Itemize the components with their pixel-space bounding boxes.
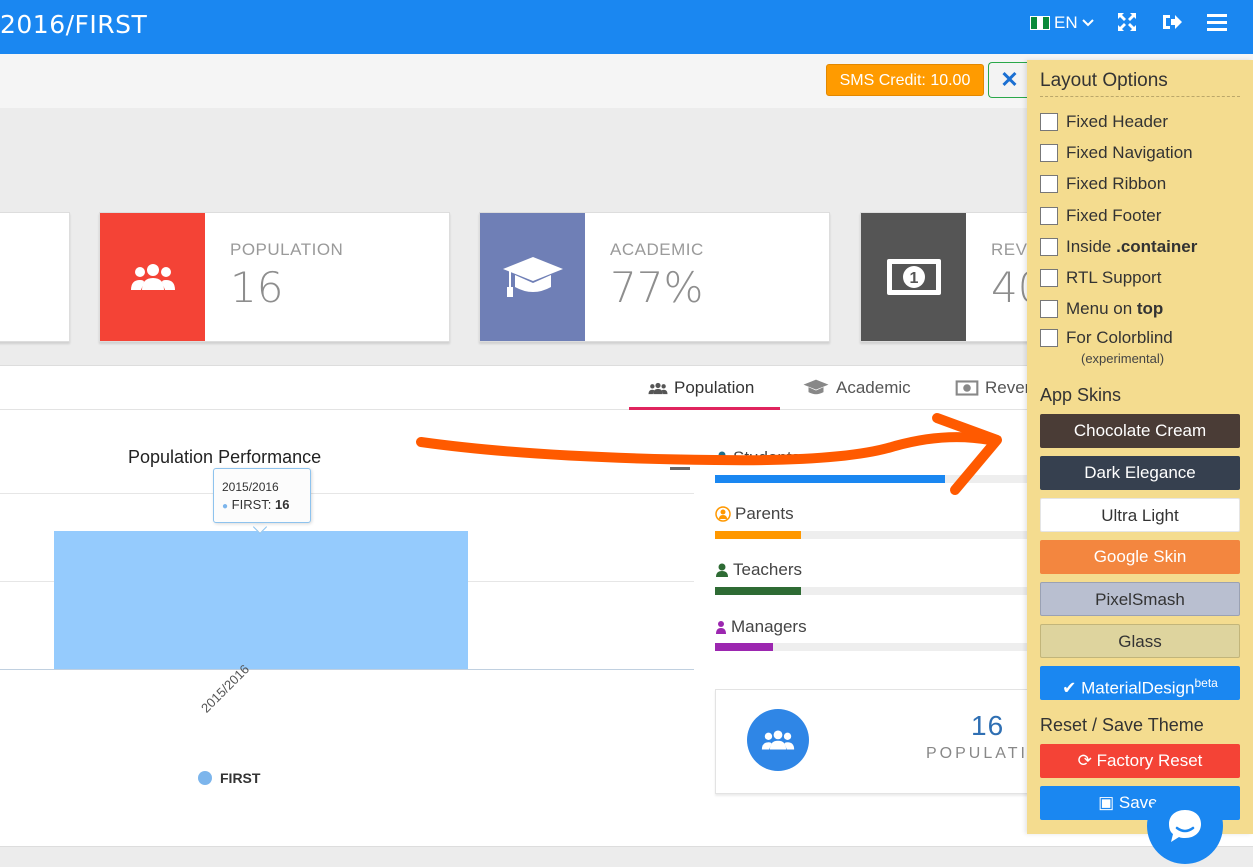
page-title: 2016/FIRST	[0, 10, 148, 39]
progress-label-teachers: Teachers	[715, 560, 802, 580]
nigeria-flag-icon	[1030, 16, 1050, 30]
menu-icon[interactable]	[1207, 14, 1227, 32]
floppy-disk-icon: ▣	[1098, 793, 1115, 812]
checkbox[interactable]	[1040, 207, 1058, 225]
annotation-arrow-icon	[416, 413, 1002, 495]
option-menu-on-top[interactable]: Menu on top	[1040, 299, 1163, 319]
skin-material-design-button[interactable]: ✔ MaterialDesignbeta	[1040, 666, 1240, 700]
skin-chocolate-cream-button[interactable]: Chocolate Cream	[1040, 414, 1240, 448]
option-inside-container[interactable]: Inside .container	[1040, 237, 1197, 257]
option-fixed-ribbon[interactable]: Fixed Ribbon	[1040, 174, 1166, 194]
chart-tooltip: 2015/2016 ● FIRST: 16	[213, 468, 311, 523]
progress-label-parents: Parents	[715, 504, 794, 524]
checkbox[interactable]	[1040, 269, 1058, 287]
tab-label: Population	[674, 378, 755, 397]
tooltip-value: 16	[275, 497, 290, 512]
manager-icon	[716, 621, 726, 634]
option-fixed-header[interactable]: Fixed Header	[1040, 112, 1168, 132]
checkbox[interactable]	[1040, 300, 1058, 318]
option-rtl-support[interactable]: RTL Support	[1040, 268, 1161, 288]
tooltip-row: ● FIRST: 16	[222, 497, 290, 512]
chevron-down-icon	[1081, 19, 1094, 27]
tab-revenue[interactable]: Rever	[955, 378, 1030, 398]
chart-legend-item[interactable]: FIRST	[198, 770, 260, 786]
progress-bar-managers	[715, 643, 1035, 651]
top-navbar: 2016/FIRST EN	[0, 0, 1253, 54]
card-value: 77%	[610, 263, 704, 312]
chart-x-axis	[0, 669, 694, 670]
parent-icon	[715, 506, 731, 522]
stat-card-academic[interactable]: ACADEMIC 77%	[479, 212, 830, 342]
population-number: 16	[971, 710, 1005, 741]
tooltip-series: FIRST	[231, 497, 268, 512]
chat-bubble-icon	[1169, 810, 1201, 842]
tooltip-header: 2015/2016	[222, 480, 279, 494]
users-icon	[747, 709, 809, 771]
option-fixed-footer[interactable]: Fixed Footer	[1040, 206, 1161, 226]
language-label: EN	[1054, 13, 1078, 32]
card-label: POPULATION	[230, 240, 344, 259]
tab-label: Rever	[985, 378, 1031, 397]
money-icon	[955, 380, 979, 396]
progress-label-managers: Managers	[715, 617, 807, 637]
skin-glass-button[interactable]: Glass	[1040, 624, 1240, 658]
card-label: ACADEMIC	[610, 240, 704, 259]
progress-bar-teachers	[715, 587, 1035, 595]
progress-fill	[715, 531, 802, 539]
logout-icon[interactable]	[1161, 12, 1183, 32]
series-dot-icon: ●	[222, 501, 229, 512]
progress-bar-parents	[715, 531, 1035, 539]
progress-fill	[715, 587, 802, 595]
close-layout-options-button[interactable]: ✕	[988, 62, 1030, 98]
legend-label: FIRST	[220, 770, 261, 786]
legend-dot-icon	[198, 771, 212, 785]
fullscreen-icon[interactable]	[1117, 12, 1137, 32]
skin-dark-elegance-button[interactable]: Dark Elegance	[1040, 456, 1240, 490]
app-skins-title: App Skins	[1040, 385, 1122, 405]
reset-save-title: Reset / Save Theme	[1040, 715, 1204, 735]
factory-reset-button[interactable]: ⟳ Factory Reset	[1040, 744, 1240, 778]
checkbox[interactable]	[1040, 113, 1058, 131]
language-selector[interactable]: EN	[1030, 13, 1094, 33]
colorblind-note: (experimental)	[1081, 351, 1165, 366]
progress-fill	[715, 643, 773, 651]
stat-card-population[interactable]: POPULATION 16	[99, 212, 450, 342]
check-icon: ✔	[1062, 678, 1077, 698]
population-label: POPULATIO	[926, 745, 1044, 762]
svg-text:1: 1	[909, 270, 918, 287]
teacher-icon	[716, 563, 728, 577]
skin-ultra-light-button[interactable]: Ultra Light	[1040, 498, 1240, 532]
users-icon	[648, 382, 668, 394]
skin-pixelsmash-button[interactable]: PixelSmash	[1040, 582, 1240, 616]
checkbox[interactable]	[1040, 329, 1058, 347]
tab-label: Academic	[836, 378, 911, 397]
option-fixed-navigation[interactable]: Fixed Navigation	[1040, 143, 1193, 163]
chart-title: Population Performance	[128, 447, 322, 467]
tab-academic[interactable]: Academic	[802, 378, 911, 398]
option-colorblind[interactable]: For Colorblind	[1040, 328, 1173, 348]
layout-options-title: Layout Options	[1040, 70, 1240, 97]
graduation-cap-icon	[803, 379, 829, 395]
tab-population[interactable]: Population	[648, 378, 754, 398]
population-summary-box: 16 POPULATIO	[715, 689, 1040, 794]
users-icon	[100, 213, 205, 341]
layout-options-panel: Layout Options Fixed Header Fixed Naviga…	[1027, 60, 1253, 834]
money-icon: 1	[861, 213, 966, 341]
chart-bar-2015-2016[interactable]	[54, 531, 468, 669]
card-value: 16	[230, 263, 284, 312]
checkbox[interactable]	[1040, 238, 1058, 256]
skin-google-button[interactable]: Google Skin	[1040, 540, 1240, 574]
checkbox[interactable]	[1040, 144, 1058, 162]
stat-card-partial	[0, 212, 70, 342]
refresh-icon: ⟳	[1077, 751, 1092, 770]
graduation-cap-icon	[480, 213, 585, 341]
sms-credit-badge[interactable]: SMS Credit: 10.00	[826, 64, 984, 96]
chat-widget-button[interactable]	[1147, 788, 1223, 864]
checkbox[interactable]	[1040, 175, 1058, 193]
